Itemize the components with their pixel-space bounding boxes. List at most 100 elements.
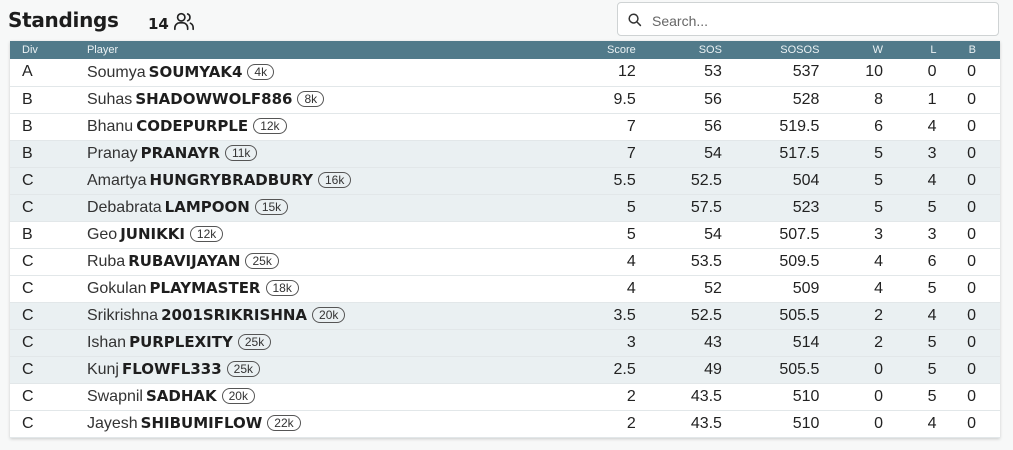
cell-div: B — [22, 225, 33, 243]
cell-sos: 54 — [704, 144, 722, 162]
cell-sos: 43 — [704, 333, 722, 351]
table-row[interactable]: C Kunj FLOWFL333 25k 2.5 49 505.5 0 5 0 — [10, 356, 1000, 383]
cell-w: 3 — [874, 225, 884, 243]
cell-l: 0 — [927, 63, 937, 81]
table-row[interactable]: C Srikrishna 2001SRIKRISHNA 20k 3.5 52.5 505.5… — [10, 302, 1000, 329]
table-row[interactable]: B Geo JUNIKKI 12k 5 54 507.5 3 3 0 — [10, 221, 1000, 248]
cell-sosos: 523 — [792, 198, 820, 216]
column-header-l[interactable]: L — [885, 41, 941, 59]
cell-sosos: 519.5 — [779, 117, 820, 135]
rank-badge: 20k — [312, 307, 346, 323]
player-handle[interactable]: RUBAVIJAYAN — [128, 252, 240, 270]
player-handle[interactable]: FLOWFL333 — [122, 360, 222, 378]
player-handle[interactable]: 2001SRIKRISHNA — [161, 306, 307, 324]
cell-l: 5 — [927, 198, 937, 216]
rank-badge: 12k — [189, 226, 224, 242]
cell-l: 3 — [927, 225, 937, 243]
rank-badge: 18k — [265, 280, 299, 296]
cell-w: 10 — [865, 63, 884, 81]
player-name: Srikrishna — [86, 307, 159, 324]
table-row[interactable]: C Ishan PURPLEXITY 25k 3 43 514 2 5 0 — [10, 329, 1000, 356]
player-handle[interactable]: SHADOWWOLF886 — [135, 90, 292, 108]
table-row[interactable]: C Ruba RUBAVIJAYAN 25k 4 53.5 509.5 4 6 0 — [10, 248, 1000, 275]
cell-player: Srikrishna 2001SRIKRISHNA 20k — [87, 302, 436, 329]
cell-l: 4 — [927, 414, 937, 432]
table-row[interactable]: B Bhanu CODEPURPLE 12k 7 56 519.5 6 4 0 — [10, 113, 1000, 140]
table-row[interactable]: C Jayesh SHIBUMIFLOW 22k 2 43.5 510 0 4 0 — [10, 410, 1000, 437]
table-row[interactable]: C Swapnil SADHAK 20k 2 43.5 510 0 5 0 — [10, 383, 1000, 410]
search-box[interactable] — [617, 2, 999, 36]
cell-div: C — [22, 387, 34, 405]
cell-sosos: 517.5 — [779, 144, 820, 162]
player-name: Suhas — [86, 91, 133, 108]
cell-w: 0 — [874, 387, 884, 405]
page-title: Standings — [8, 8, 119, 32]
table-header-row: Div Player Score SOS SOSOS W L B — [10, 41, 1000, 59]
cell-player: Ruba RUBAVIJAYAN 25k — [87, 248, 436, 275]
cell-player: Ishan PURPLEXITY 25k — [87, 329, 436, 356]
player-handle[interactable]: HUNGRYBRADBURY — [150, 171, 313, 189]
player-handle[interactable]: LAMPOON — [165, 198, 250, 216]
column-header-sosos[interactable]: SOSOS — [722, 41, 819, 59]
table-row[interactable]: B Pranay PRANAYR 11k 7 54 517.5 5 3 0 — [10, 140, 1000, 167]
column-header-b[interactable]: B — [941, 41, 1000, 59]
cell-l: 4 — [927, 117, 937, 135]
player-handle[interactable]: PRANAYR — [141, 144, 220, 162]
cell-b: 0 — [967, 252, 976, 270]
player-handle[interactable]: SADHAK — [146, 387, 217, 405]
table-row[interactable]: A Soumya SOUMYAK4 4k 12 53 537 10 0 0 — [10, 59, 1000, 86]
cell-score: 4 — [626, 252, 636, 270]
column-header-score[interactable]: Score — [436, 41, 636, 59]
cell-score: 5.5 — [613, 171, 636, 189]
cell-sosos: 510 — [792, 387, 820, 405]
column-header-player[interactable]: Player — [87, 41, 436, 59]
player-name: Jayesh — [86, 415, 138, 432]
cell-b: 0 — [967, 360, 976, 378]
cell-player: Bhanu CODEPURPLE 12k — [87, 113, 436, 140]
cell-sos: 56 — [704, 117, 722, 135]
player-name: Pranay — [86, 145, 138, 162]
column-header-div[interactable]: Div — [10, 41, 87, 59]
player-handle[interactable]: PLAYMASTER — [150, 279, 261, 297]
cell-sos: 49 — [704, 360, 722, 378]
player-handle[interactable]: SHIBUMIFLOW — [141, 414, 263, 432]
player-handle[interactable]: JUNIKKI — [120, 225, 185, 243]
column-header-w[interactable]: W — [819, 41, 885, 59]
cell-score: 5 — [626, 225, 636, 243]
cell-sos: 52.5 — [690, 171, 722, 189]
rank-badge: 4k — [247, 63, 275, 80]
cell-sosos: 528 — [792, 90, 820, 108]
cell-sos: 53.5 — [690, 252, 722, 270]
search-input[interactable] — [650, 10, 984, 32]
cell-div: C — [22, 171, 34, 189]
cell-l: 4 — [927, 171, 937, 189]
cell-l: 4 — [927, 306, 937, 324]
cell-w: 5 — [874, 171, 884, 189]
cell-div: C — [22, 279, 34, 297]
cell-b: 0 — [967, 198, 976, 216]
player-name: Gokulan — [86, 280, 147, 297]
search-icon — [627, 12, 642, 32]
cell-w: 5 — [874, 144, 884, 162]
player-handle[interactable]: SOUMYAK4 — [149, 63, 243, 81]
cell-l: 5 — [927, 333, 937, 351]
player-handle[interactable]: PURPLEXITY — [129, 333, 233, 351]
cell-l: 1 — [927, 90, 937, 108]
table-row[interactable]: C Amartya HUNGRYBRADBURY 16k 5.5 52.5 504 5 4 0 — [10, 167, 1000, 194]
column-header-sos[interactable]: SOS — [636, 41, 722, 59]
cell-score: 5 — [626, 198, 636, 216]
player-handle[interactable]: CODEPURPLE — [136, 117, 248, 135]
rank-badge: 25k — [245, 253, 279, 269]
rank-badge: 11k — [224, 145, 258, 161]
table-row[interactable]: C Gokulan PLAYMASTER 18k 4 52 509 4 5 0 — [10, 275, 1000, 302]
cell-sosos: 509 — [792, 279, 820, 297]
cell-score: 12 — [617, 63, 636, 81]
cell-l: 5 — [927, 387, 937, 405]
cell-l: 5 — [927, 360, 937, 378]
participant-count-value: 14 — [148, 14, 169, 33]
table-row[interactable]: C Debabrata LAMPOON 15k 5 57.5 523 5 5 0 — [10, 194, 1000, 221]
table-row[interactable]: B Suhas SHADOWWOLF886 8k 9.5 56 528 8 1 0 — [10, 86, 1000, 113]
rank-badge: 20k — [221, 388, 255, 404]
rank-badge: 22k — [267, 415, 301, 431]
cell-w: 2 — [874, 306, 884, 324]
